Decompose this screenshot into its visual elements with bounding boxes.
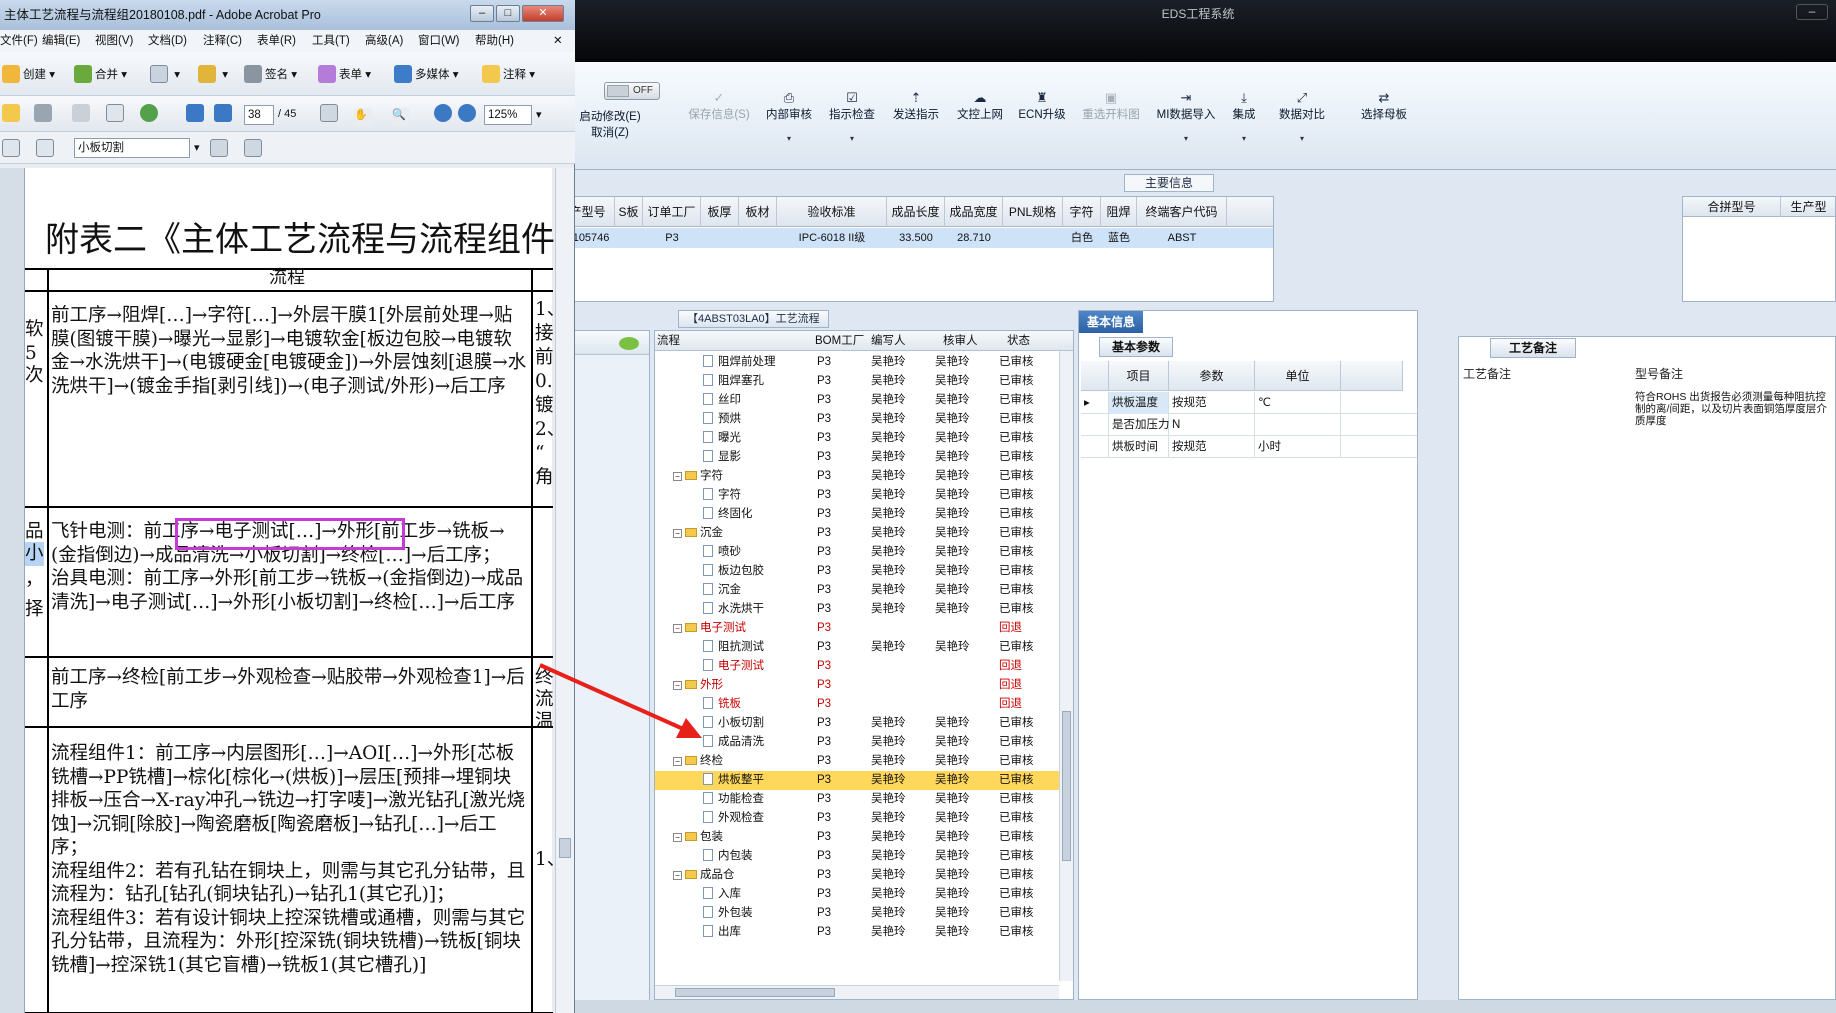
red-arrow-annotation [539, 663, 702, 738]
